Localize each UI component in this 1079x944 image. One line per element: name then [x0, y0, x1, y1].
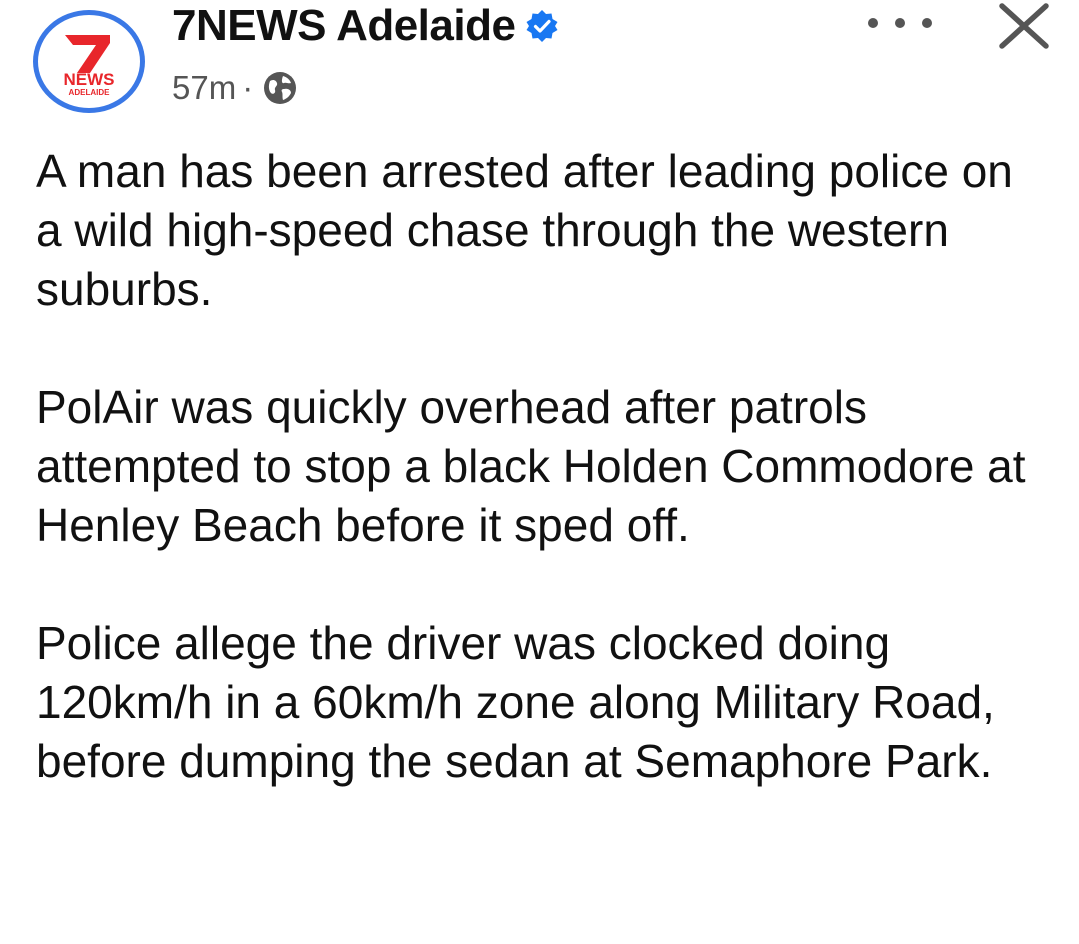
globe-icon [261, 69, 299, 107]
post-paragraph: PolAir was quickly overhead after patrol… [36, 381, 1026, 551]
page-avatar[interactable]: NEWS ADELAIDE [33, 10, 145, 113]
post-paragraph: Police allege the driver was clocked doi… [36, 617, 995, 787]
post-meta: 57m · [172, 66, 299, 110]
7news-logo: NEWS ADELAIDE [64, 35, 115, 97]
verified-badge-icon [525, 9, 559, 43]
close-icon[interactable] [996, 0, 1052, 52]
more-dot [895, 18, 905, 28]
meta-separator: · [242, 69, 254, 106]
more-options-icon[interactable] [868, 8, 932, 38]
page-name[interactable]: 7NEWS Adelaide [172, 1, 516, 51]
more-dot [868, 18, 878, 28]
page-name-row: 7NEWS Adelaide [172, 1, 559, 51]
logo-word: NEWS [64, 70, 115, 89]
post-timestamp[interactable]: 57m [172, 69, 236, 107]
logo-city: ADELAIDE [69, 88, 111, 97]
logo-seven-shape [65, 35, 110, 73]
post-header: NEWS ADELAIDE 7NEWS Adelaide 57m · [0, 0, 1079, 130]
post-paragraph: A man has been arrested after leading po… [36, 145, 1013, 315]
post-body: A man has been arrested after leading po… [36, 142, 1046, 850]
more-dot [922, 18, 932, 28]
